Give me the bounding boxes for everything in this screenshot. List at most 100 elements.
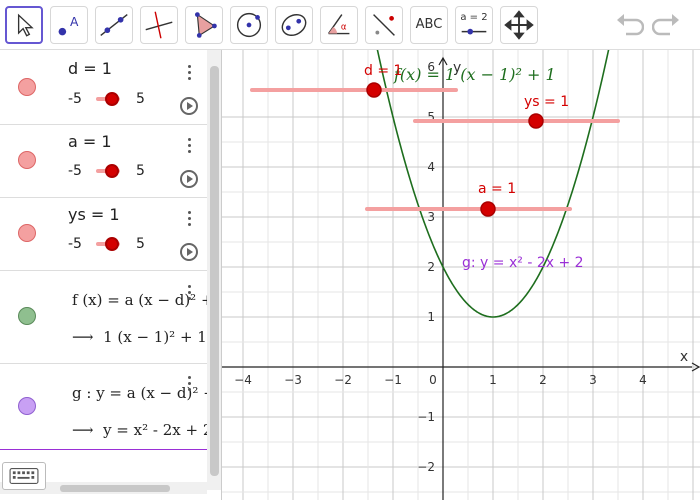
ellipse-icon <box>281 14 307 36</box>
play-animation-icon[interactable] <box>180 243 198 261</box>
vertical-scrollbar[interactable] <box>207 50 221 490</box>
slider-label: ys = 1 <box>524 94 569 110</box>
undo-button[interactable] <box>614 12 645 38</box>
slider-knob[interactable] <box>105 237 119 251</box>
function-value-text: 1 (x − 1)² + 1 <box>103 328 207 346</box>
more-options-icon[interactable] <box>187 285 193 303</box>
line-tool-button[interactable] <box>95 6 133 44</box>
y-tick-label: −1 <box>417 410 435 424</box>
graphics-canvas[interactable]: −4 −3 −2 −1 0 1 2 3 4654321−1−2xy f(x) = 1 (x − … <box>222 28 700 500</box>
slider-max: 5 <box>136 163 145 179</box>
function-value-text: y = x² - 2x + 2 <box>103 421 213 439</box>
slider-knob[interactable] <box>528 113 544 129</box>
x-tick-label: −4 <box>234 373 252 387</box>
visibility-toggle[interactable] <box>18 397 36 415</box>
more-options-icon[interactable] <box>187 65 193 83</box>
visibility-toggle[interactable] <box>18 224 36 242</box>
axes <box>222 56 700 500</box>
x-tick-label: 2 <box>539 373 547 387</box>
x-axis-label: x <box>680 349 688 365</box>
x-tick-label: −3 <box>284 373 302 387</box>
function-f-label: f(x) = 1 (x − 1)² + 1 <box>393 65 556 84</box>
slider-definition: d = 1 <box>68 59 112 78</box>
more-options-icon[interactable] <box>187 211 193 229</box>
perpendicular-line-tool-button[interactable] <box>140 6 178 44</box>
reflect-icon <box>373 14 395 36</box>
slider-knob[interactable] <box>105 164 119 178</box>
function-definition[interactable]: f (x) = a (x − d)² + ys <box>72 291 221 309</box>
scroll-thumb[interactable] <box>60 485 170 492</box>
slider-min: -5 <box>68 91 82 107</box>
function-g-label: g: y = x² - 2x + 2 <box>462 255 584 271</box>
y-tick-label: 1 <box>427 310 435 324</box>
output-arrow: ⟶ <box>72 328 94 346</box>
algebra-item-d[interactable]: d = 1 -5 5 <box>0 50 207 125</box>
more-options-icon[interactable] <box>187 376 193 394</box>
graphics-view[interactable]: −4 −3 −2 −1 0 1 2 3 4 6 5 4 3 2 1 −1 −2 x y f(x) = 1 (x − … <box>222 28 700 500</box>
slider-max: 5 <box>136 91 145 107</box>
redo-icon <box>651 14 679 36</box>
slider-max: 5 <box>136 236 145 252</box>
perpendicular-line-icon <box>145 11 173 39</box>
slider-definition: a = 1 <box>68 132 112 151</box>
visibility-toggle[interactable] <box>18 307 36 325</box>
keyboard-button[interactable] <box>2 462 46 490</box>
more-options-icon[interactable] <box>187 138 193 156</box>
function-definition[interactable]: g : y = a (x − d)² + ys <box>72 384 221 402</box>
algebra-item-a[interactable]: a = 1 -5 5 <box>0 125 207 198</box>
function-value: ⟶ 1 (x − 1)² + 1 <box>72 328 207 346</box>
slider-label: d = 1 <box>364 63 402 79</box>
slider-knob[interactable] <box>105 92 119 106</box>
y-tick-label: −2 <box>417 460 435 474</box>
x-tick-label: 4 <box>639 373 647 387</box>
x-tick-label: −2 <box>334 373 352 387</box>
cursor-arrow-icon <box>17 13 34 37</box>
polygon-tool-button[interactable] <box>185 6 223 44</box>
slider-definition: ys = 1 <box>68 205 120 224</box>
slider-knob[interactable] <box>480 201 496 217</box>
slider-tool-button[interactable]: a = 2 <box>455 6 493 44</box>
visibility-toggle[interactable] <box>18 151 36 169</box>
slider-min: -5 <box>68 163 82 179</box>
x-tick-label: 3 <box>589 373 597 387</box>
point-icon: A <box>58 15 79 36</box>
algebra-item-f[interactable]: f (x) = a (x − d)² + ys ⟶ 1 (x − 1)² + 1 <box>0 271 221 364</box>
slider-knob[interactable] <box>366 82 382 98</box>
conic-tool-button[interactable] <box>275 6 313 44</box>
toolbar: A α ABC a = 2 <box>0 0 700 50</box>
text-tool-label: ABC <box>415 17 443 32</box>
undo-icon <box>617 14 645 36</box>
grid <box>222 50 700 500</box>
circle-tool-button[interactable] <box>230 6 268 44</box>
angle-tool-button[interactable]: α <box>320 6 358 44</box>
play-animation-icon[interactable] <box>180 170 198 188</box>
y-tick-label: 2 <box>427 260 435 274</box>
slider-ys[interactable]: ys = 1 <box>413 94 620 129</box>
text-tool-button[interactable]: ABC <box>410 6 448 44</box>
move-graphics-view-tool-button[interactable] <box>500 6 538 44</box>
circle-icon <box>236 12 262 38</box>
scroll-thumb[interactable] <box>210 66 219 476</box>
redo-button[interactable] <box>651 12 682 38</box>
svg-text:α: α <box>341 23 347 33</box>
polygon-icon <box>195 12 217 38</box>
play-animation-icon[interactable] <box>180 97 198 115</box>
point-tool-button[interactable]: A <box>50 6 88 44</box>
slider-icon <box>461 28 487 35</box>
y-tick-label: 3 <box>427 210 435 224</box>
move-tool-button[interactable] <box>5 6 43 44</box>
move-cross-arrows-icon <box>504 10 534 40</box>
keyboard-icon <box>9 468 39 484</box>
algebra-item-g[interactable]: g : y = a (x − d)² + ys ⟶ y = x² - 2x + … <box>0 364 221 450</box>
slider-label: a = 1 <box>478 181 516 197</box>
algebra-item-ys[interactable]: ys = 1 -5 5 <box>0 198 207 271</box>
function-value: ⟶ y = x² - 2x + 2 <box>72 421 212 439</box>
x-tick-label: 0 <box>429 373 437 387</box>
algebra-view: d = 1 -5 5 a = 1 -5 5 ys = 1 -5 5 f (x) … <box>0 50 222 500</box>
angle-icon: α <box>327 14 350 35</box>
output-arrow: ⟶ <box>72 421 94 439</box>
x-tick-label: 1 <box>489 373 497 387</box>
visibility-toggle[interactable] <box>18 78 36 96</box>
reflect-tool-button[interactable] <box>365 6 403 44</box>
slider-min: -5 <box>68 236 82 252</box>
